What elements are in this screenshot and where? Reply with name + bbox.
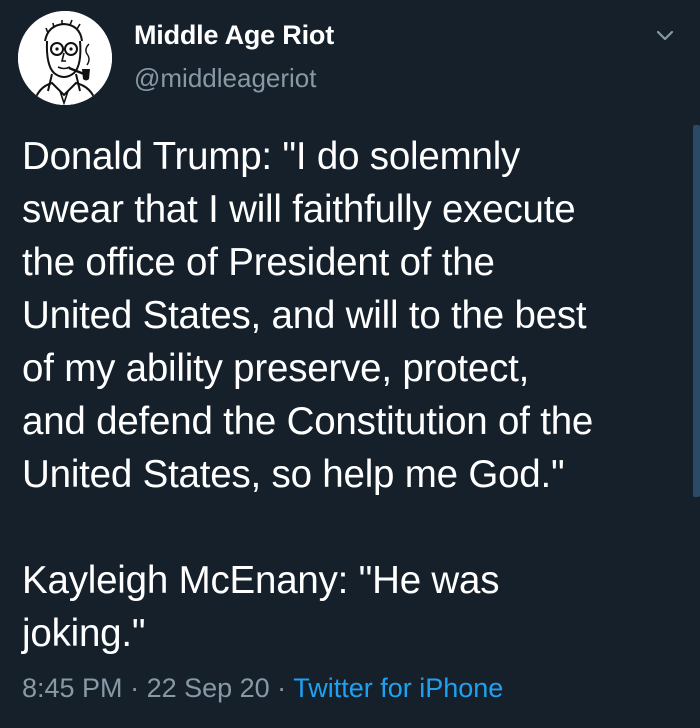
- display-name[interactable]: Middle Age Riot: [134, 20, 334, 51]
- tweet-time[interactable]: 8:45 PM: [22, 673, 123, 703]
- chevron-down-glyph: [656, 30, 674, 41]
- tweet-text: Donald Trump: "I do solemnly swear that …: [22, 135, 594, 655]
- meta-separator: ·: [122, 673, 147, 703]
- meta-separator: ·: [269, 673, 294, 703]
- user-handle[interactable]: @middleageriot: [134, 63, 316, 94]
- cartoon-man-with-pipe-avatar: [18, 11, 112, 105]
- scrollbar[interactable]: [693, 125, 700, 497]
- avatar[interactable]: [18, 11, 112, 105]
- tweet-meta: 8:45 PM · 22 Sep 20 · Twitter for iPhone: [22, 673, 503, 704]
- tweet-source-link[interactable]: Twitter for iPhone: [293, 673, 503, 703]
- tweet-card: Middle Age Riot @middleageriot Donald Tr…: [0, 0, 700, 728]
- tweet-date[interactable]: 22 Sep 20: [147, 673, 270, 703]
- chevron-down-icon[interactable]: [652, 24, 678, 46]
